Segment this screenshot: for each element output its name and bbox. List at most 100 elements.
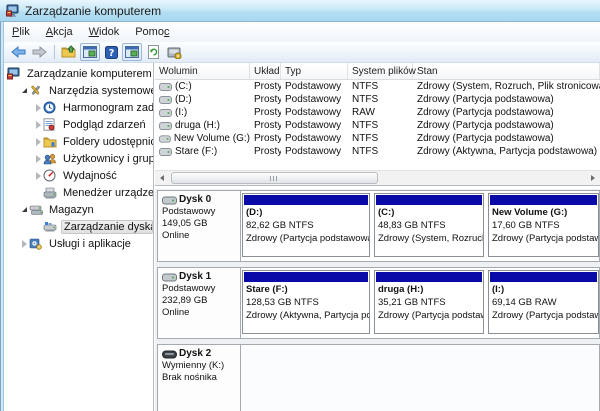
collapsed-arrow-icon[interactable]: [19, 240, 29, 248]
collapsed-arrow-icon[interactable]: [33, 172, 43, 180]
removable-disk-icon: [162, 350, 177, 359]
services-applications-icon: [29, 237, 44, 251]
tree-item-label: Użytkownicy i grupy lokalne: [61, 153, 153, 165]
tree-item-label: Zarządzanie komputerem (lokalny): [25, 68, 153, 80]
console-window-icon: [83, 46, 97, 58]
computer-management-icon: [7, 67, 22, 81]
volume-row-druga-h[interactable]: druga (H:) Prosty Podstawowy NTFS Zdrowy…: [155, 119, 600, 132]
title-bar[interactable]: Zarządzanie komputerem: [0, 0, 600, 22]
tree-item-label: Harmonogram zadań: [61, 102, 153, 114]
column-header-typ[interactable]: Typ: [281, 63, 348, 79]
volume-row-new-volume-g[interactable]: New Volume (G:) Prosty Podstawowy NTFS Z…: [155, 132, 600, 145]
tree-item-performance[interactable]: Wydajność: [4, 167, 153, 184]
volume-row-stare-f[interactable]: Stare (F:) Prosty Podstawowy NTFS Zdrowy…: [155, 145, 600, 158]
partition-new-volume-g[interactable]: New Volume (G:) 17,60 GB NTFS Zdrowy (Pa…: [488, 193, 599, 257]
volume-table-header: Wolumin Układ Typ System plików Stan: [155, 63, 600, 80]
collapsed-arrow-icon[interactable]: [33, 138, 43, 146]
partition-color-bar: [490, 272, 597, 282]
scrollbar-thumb[interactable]: [171, 172, 378, 184]
volume-row-i[interactable]: (I:) Prosty Podstawowy RAW Zdrowy (Party…: [155, 106, 600, 119]
collapsed-arrow-icon[interactable]: [33, 104, 43, 112]
partition-color-bar: [376, 272, 482, 282]
disk-status: Brak nośnika: [162, 372, 236, 384]
disk-type: Podstawowy: [162, 283, 236, 295]
partition-c[interactable]: (C:) 48,83 GB NTFS Zdrowy (System, Rozru…: [374, 193, 484, 257]
disk-type: Podstawowy: [162, 206, 236, 218]
toolbar: ?: [4, 42, 600, 63]
volume-icon: [159, 148, 172, 156]
volume-icon: [159, 96, 172, 104]
task-scheduler-icon: [43, 101, 58, 115]
menu-plik[interactable]: Plik: [4, 24, 38, 40]
tree-item-task-scheduler[interactable]: Harmonogram zadań: [4, 99, 153, 116]
back-arrow-icon: [11, 46, 26, 58]
partition-druga-h[interactable]: druga (H:) 35,21 GB NTFS Zdrowy (Partycj…: [374, 270, 484, 334]
collapsed-arrow-icon[interactable]: [33, 155, 43, 163]
disk-type: Wymienny (K:): [162, 360, 236, 372]
show-console-tree-button[interactable]: [59, 43, 79, 61]
console-window-button-2[interactable]: [122, 43, 142, 61]
tree-item-shared-folders[interactable]: Foldery udostępnione: [4, 133, 153, 150]
disk-2-empty-area: [241, 345, 599, 411]
back-button[interactable]: [8, 43, 28, 61]
tree-item-local-users-groups[interactable]: Użytkownicy i grupy lokalne: [4, 150, 153, 167]
expanded-arrow-icon[interactable]: [19, 88, 29, 93]
tree-item-services-applications[interactable]: Usługi i aplikacje: [4, 235, 153, 252]
partition-color-bar: [376, 195, 482, 205]
scroll-left-arrow-icon: [160, 175, 164, 181]
scroll-left-button[interactable]: [155, 172, 169, 184]
refresh-icon: [147, 45, 160, 59]
collapsed-arrow-icon[interactable]: [33, 121, 43, 129]
shared-folders-icon: [43, 135, 58, 149]
partition-d[interactable]: (D:) 82,62 GB NTFS Zdrowy (Partycja pods…: [242, 193, 370, 257]
event-viewer-icon: [43, 118, 58, 132]
menu-widok[interactable]: Widok: [81, 24, 128, 40]
partition-color-bar: [244, 272, 368, 282]
storage-icon: [29, 203, 44, 217]
tree-item-device-manager[interactable]: Menedżer urządzeń: [4, 184, 153, 201]
help-button[interactable]: ?: [101, 43, 121, 61]
disk-icon: [162, 273, 177, 282]
scroll-right-button[interactable]: [586, 172, 600, 184]
tree-item-event-viewer[interactable]: Podgląd zdarzeń: [4, 116, 153, 133]
tree-item-label: Zarządzanie dyskami: [61, 220, 153, 234]
column-header-uklad[interactable]: Układ: [250, 63, 281, 79]
column-header-stan[interactable]: Stan: [413, 63, 600, 79]
horizontal-scrollbar[interactable]: [155, 170, 600, 185]
console-window-button[interactable]: [80, 43, 100, 61]
menu-pomoc[interactable]: Pomoc: [127, 24, 177, 40]
tree-item-label: Usługi i aplikacje: [47, 238, 133, 250]
menu-akcja[interactable]: Akcja: [38, 24, 81, 40]
volume-list-panel: Wolumin Układ Typ System plików Stan (C:…: [155, 63, 600, 186]
tree-item-computer-management[interactable]: Zarządzanie komputerem (lokalny): [4, 65, 153, 82]
volume-row-c[interactable]: (C:) Prosty Podstawowy NTFS Zdrowy (Syst…: [155, 80, 600, 93]
partition-i[interactable]: (I:) 69,14 GB RAW Zdrowy (Partycja podst…: [488, 270, 599, 334]
disk-status: Online: [162, 230, 236, 242]
disk-icon: [162, 196, 177, 205]
local-users-groups-icon: [43, 152, 58, 166]
disk-status: Online: [162, 307, 236, 319]
disk-tool-button[interactable]: [164, 43, 184, 61]
device-manager-icon: [43, 186, 58, 200]
disk-size: 232,89 GB: [162, 295, 236, 307]
disk-1-label[interactable]: Dysk 1 Podstawowy 232,89 GB Online: [158, 268, 241, 338]
tree-item-storage[interactable]: Magazyn: [4, 201, 153, 218]
scroll-right-arrow-icon: [591, 175, 595, 181]
disk-2-label[interactable]: Dysk 2 Wymienny (K:) Brak nośnika: [158, 345, 241, 411]
column-header-wolumin[interactable]: Wolumin: [155, 63, 250, 79]
volume-icon: [159, 122, 172, 130]
disk-0-label[interactable]: Dysk 0 Podstawowy 149,05 GB Online: [158, 191, 241, 261]
column-header-system-plikow[interactable]: System plików: [348, 63, 413, 79]
tree-item-label: Wydajność: [61, 170, 119, 182]
volume-row-d[interactable]: (D:) Prosty Podstawowy NTFS Zdrowy (Part…: [155, 93, 600, 106]
tree-item-system-tools[interactable]: Narzędzia systemowe: [4, 82, 153, 99]
refresh-button[interactable]: [143, 43, 163, 61]
toolbar-separator: [54, 45, 55, 59]
window-title: Zarządzanie komputerem: [25, 4, 161, 18]
tree-item-disk-management[interactable]: Zarządzanie dyskami: [4, 218, 153, 235]
expanded-arrow-icon[interactable]: [19, 207, 29, 212]
forward-button[interactable]: [29, 43, 49, 61]
disk-graphical-view: Dysk 0 Podstawowy 149,05 GB Online (D:) …: [155, 189, 600, 411]
partition-stare-f[interactable]: Stare (F:) 128,53 GB NTFS Zdrowy (Aktywn…: [242, 270, 370, 334]
tree-item-label: Narzędzia systemowe: [47, 85, 153, 97]
